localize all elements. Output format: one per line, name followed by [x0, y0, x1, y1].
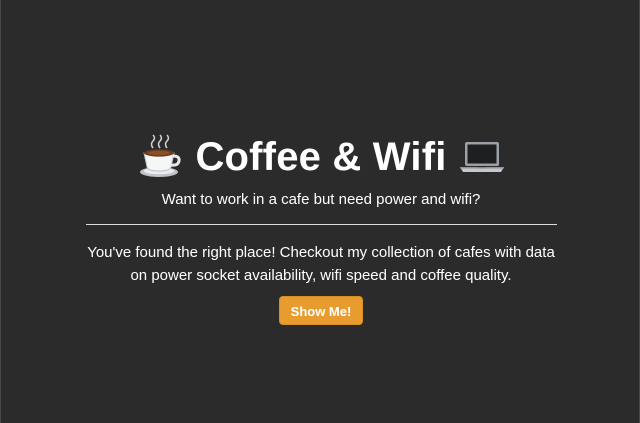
page-background: Coffee & Wifi Want to work in a cafe but… [0, 0, 640, 423]
page-title: Coffee & Wifi [195, 135, 447, 179]
divider [85, 224, 557, 225]
title-row: Coffee & Wifi [1, 126, 640, 188]
laptop-icon [459, 134, 505, 180]
show-me-button[interactable]: Show Me! [278, 296, 364, 325]
description-text: You've found the right place! Checkout m… [87, 244, 555, 284]
coffee-cup-icon [137, 134, 183, 180]
subtitle: Want to work in a cafe but need power an… [161, 191, 481, 208]
hero-section: Coffee & Wifi Want to work in a cafe but… [1, 126, 640, 325]
